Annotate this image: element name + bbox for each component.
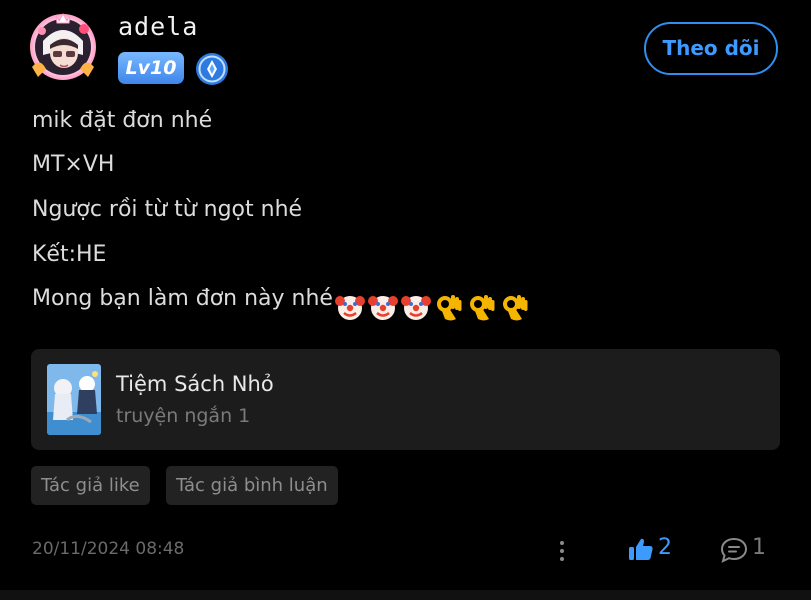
post-timestamp: 20/11/2024 08:48 xyxy=(32,539,185,559)
ok-hand-icon xyxy=(436,295,462,321)
post-text-line: mik đặt đơn nhé xyxy=(32,108,213,133)
linked-book-card[interactable]: Tiệm Sách Nhỏ truyện ngắn 1 xyxy=(31,349,780,450)
follow-button[interactable]: Theo dõi xyxy=(644,22,778,75)
post-text: Mong bạn làm đơn này nhé xyxy=(32,286,333,311)
post-text-line-with-emoji: Mong bạn làm đơn này nhé xyxy=(32,286,533,322)
clown-face-icon xyxy=(334,296,365,320)
ok-hand-icon xyxy=(469,295,495,321)
post-text-line: Kết:HE xyxy=(32,242,107,267)
ok-hand-icon xyxy=(502,295,528,321)
book-title: Tiệm Sách Nhỏ xyxy=(116,372,274,396)
like-count: 2 xyxy=(658,535,672,560)
divider-strip xyxy=(0,590,811,600)
emoji-row xyxy=(334,292,533,322)
clown-face-icon xyxy=(367,296,398,320)
author-username[interactable]: adela xyxy=(118,12,198,41)
author-medal-icon xyxy=(195,52,229,86)
clown-face-icon xyxy=(400,296,431,320)
tag-author-comment[interactable]: Tác giả bình luận xyxy=(166,466,338,505)
post-text-line: MT×VH xyxy=(32,152,115,177)
thumbs-up-icon xyxy=(629,538,653,560)
comment-count: 1 xyxy=(752,535,766,560)
book-subtitle: truyện ngắn 1 xyxy=(116,405,251,427)
more-options-icon[interactable] xyxy=(556,540,568,562)
post-card: adela Lv10 Theo dõi mik đặt đơn nhé MT×V… xyxy=(0,0,811,590)
comment-bubble-icon xyxy=(720,537,748,563)
post-text-line: Ngược rồi từ từ ngọt nhé xyxy=(32,197,303,222)
tag-author-like[interactable]: Tác giả like xyxy=(31,466,150,505)
author-avatar[interactable] xyxy=(26,11,100,83)
level-badge: Lv10 xyxy=(118,52,184,84)
book-cover-image xyxy=(47,364,101,435)
